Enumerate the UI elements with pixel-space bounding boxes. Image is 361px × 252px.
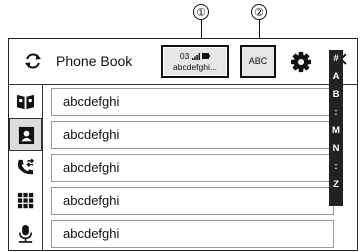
refresh-icon[interactable] (23, 51, 43, 71)
contacts-book-icon (16, 94, 35, 110)
voice-recognition-icon (18, 224, 33, 243)
gear-icon[interactable] (290, 51, 312, 73)
index-letter[interactable]: N (329, 143, 343, 154)
device-name: abcdefghi... (173, 62, 217, 72)
index-letter[interactable]: A (329, 71, 343, 82)
contact-list: abcdefghi abcdefghi abcdefghi abcdefghi … (43, 85, 334, 250)
sidebar-item-contacts[interactable] (9, 85, 42, 118)
callout-1: ① (193, 4, 209, 20)
call-history-icon (17, 158, 35, 175)
contact-row[interactable]: abcdefghi (51, 187, 334, 215)
device-status: 03 (163, 51, 227, 62)
sidebar-item-phone-book[interactable] (9, 118, 42, 151)
contact-row[interactable]: abcdefghi (51, 121, 334, 149)
index-letter[interactable]: B (329, 89, 343, 100)
contact-row[interactable]: abcdefghi (51, 88, 334, 116)
sidebar-item-keypad[interactable] (9, 184, 42, 217)
contact-row[interactable]: abcdefghi (51, 154, 334, 182)
device-number: 03 (179, 51, 190, 61)
search-mode-button[interactable]: ABC (240, 45, 276, 78)
callout-2: ② (251, 4, 267, 20)
sidebar-item-call-history[interactable] (9, 151, 42, 184)
keypad-icon (17, 192, 34, 209)
phone-book-icon (18, 126, 35, 145)
header: Phone Book 03 abcdefghi... ABC (9, 39, 357, 85)
phone-book-screen: Phone Book 03 abcdefghi... ABC abcdefghi… (8, 38, 358, 251)
sidebar-item-voice[interactable] (9, 217, 42, 250)
device-selector-button[interactable]: 03 abcdefghi... (161, 45, 229, 78)
signal-icon (191, 53, 200, 60)
sidebar (9, 85, 43, 250)
index-letter: : (334, 107, 338, 118)
battery-icon (202, 53, 211, 59)
alphabet-index-bar[interactable]: # A B : M N : Z (329, 50, 343, 206)
index-letter: : (334, 161, 338, 172)
contact-row[interactable]: abcdefghi (51, 220, 334, 248)
index-letter[interactable]: # (329, 53, 343, 64)
page-title: Phone Book (56, 53, 133, 69)
index-letter[interactable]: M (329, 125, 343, 136)
index-letter[interactable]: Z (329, 179, 343, 190)
